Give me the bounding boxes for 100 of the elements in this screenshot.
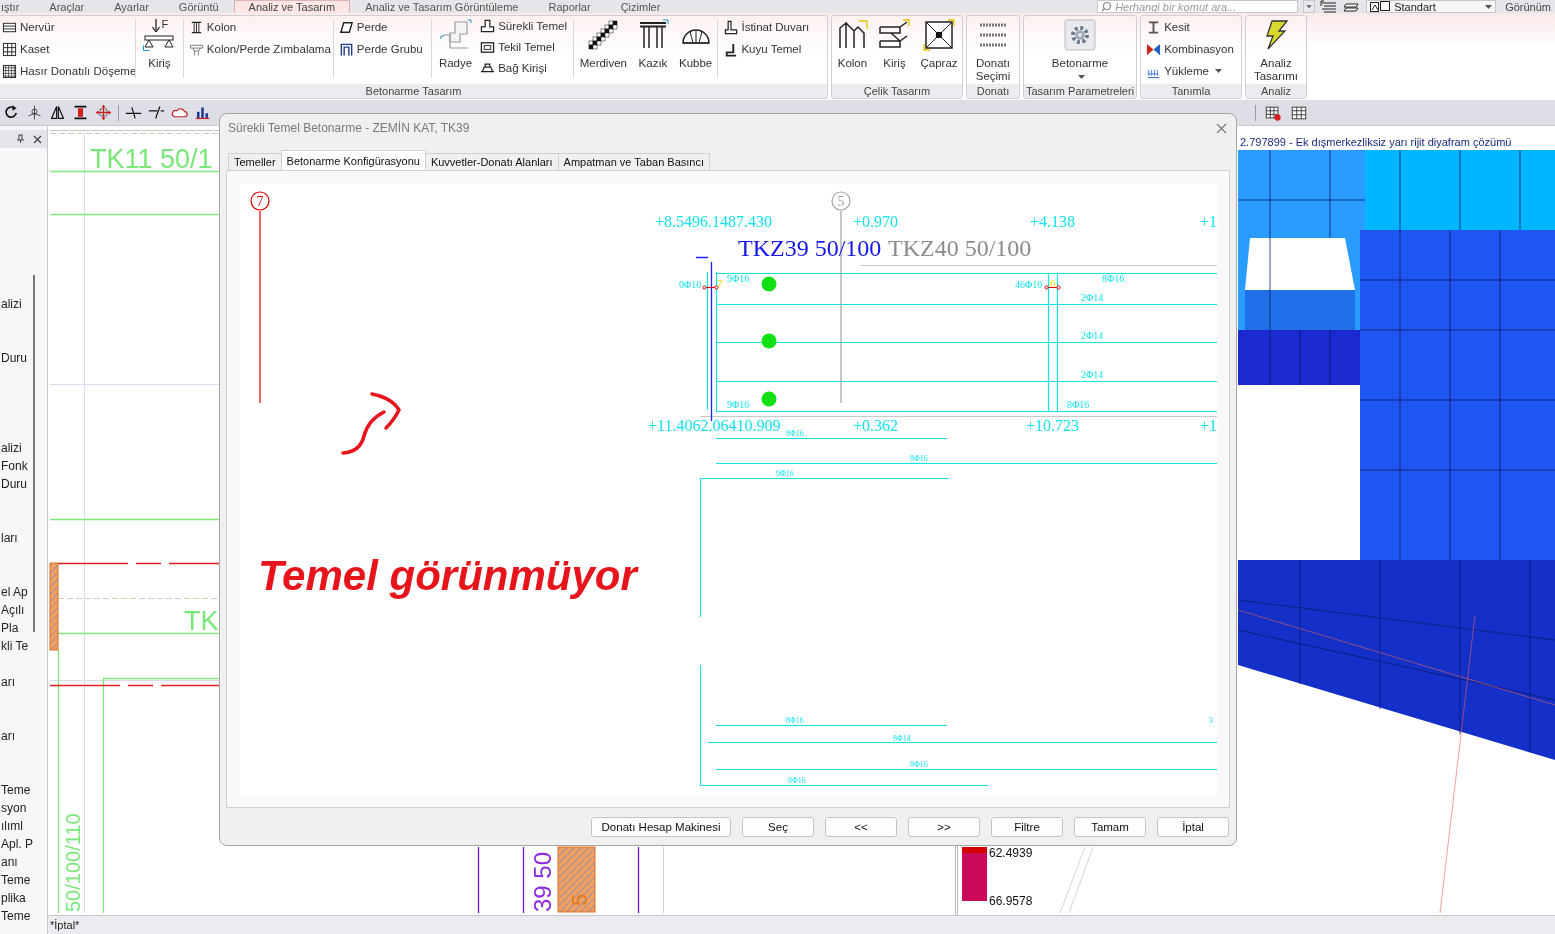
ribbon-button[interactable]: F Kiriş — [141, 16, 178, 78]
menu-tab[interactable]: Ayarlar — [99, 0, 164, 13]
elevation-label: +1 — [1200, 417, 1217, 434]
ribbon-button[interactable]: Kuyu Temel — [723, 38, 812, 60]
rebar-label: 8Φ16 — [1102, 273, 1125, 284]
ribbon-button[interactable]: İstinat Duvarı — [723, 16, 812, 38]
move-icon[interactable] — [95, 104, 112, 121]
ribbon-button[interactable]: Kazık — [634, 16, 671, 78]
tree-item[interactable]: Duru — [0, 475, 27, 493]
beam-supports-icon — [143, 35, 176, 51]
ribbon-button[interactable]: Hasır Donatılı Döşeme — [2, 60, 139, 82]
ribbon-button[interactable]: Kesit — [1146, 16, 1236, 38]
rotate-icon[interactable] — [3, 104, 20, 121]
ribbon-button[interactable]: Nervür — [2, 16, 139, 38]
column-section-icon[interactable] — [72, 104, 89, 121]
status-text: *İptal* — [50, 919, 80, 931]
tree-item[interactable]: Teme — [0, 907, 31, 925]
ribbon-button[interactable]: Merdiven — [577, 16, 629, 78]
menu-tab[interactable]: Araçlar — [34, 0, 100, 13]
group-label: Çelik Tasarım — [832, 84, 962, 98]
tree-item[interactable]: Pla — [0, 619, 19, 637]
ribbon-button[interactable]: Kiriş — [876, 16, 913, 84]
dialog-button[interactable]: Tamam — [1074, 817, 1146, 837]
ribbon-button[interactable]: Perde Grubu — [338, 38, 425, 60]
elevation-label: +8.5496.1487.430 — [655, 213, 773, 230]
tree-item[interactable]: el Ap — [0, 583, 28, 601]
search-field[interactable]: Herhangi bir komut ara... — [1097, 0, 1299, 13]
scrollbar[interactable] — [33, 275, 35, 632]
mirror-icon[interactable] — [49, 104, 66, 121]
dialog-tab[interactable]: Betonarme Konfigürasyonu — [280, 150, 426, 170]
tree-item[interactable]: kli Te — [0, 637, 29, 655]
line-slash-icon[interactable] — [148, 104, 165, 121]
menu-tab[interactable]: Analiz ve Tasarım — [233, 0, 351, 13]
ribbon-button[interactable]: Betonarme — [1047, 16, 1113, 84]
dialog-button[interactable]: Seç — [742, 817, 814, 837]
rebar-label: 2Φ14 — [1081, 369, 1104, 380]
node-icon[interactable] — [26, 104, 43, 121]
plan-label: TK11 50/1 — [90, 144, 213, 174]
caret-icon[interactable] — [1303, 0, 1316, 13]
menu-tab[interactable]: Analiz ve Tasarım Görüntüleme — [350, 0, 534, 13]
dialog-button[interactable]: Donatı Hesap Makinesi — [591, 817, 731, 837]
tree-item[interactable]: arı — [0, 727, 15, 745]
ribbon-button[interactable]: Çapraz — [918, 16, 960, 84]
menu-tab[interactable]: Görüntü — [163, 0, 234, 13]
dialog-button[interactable]: Filtre — [991, 817, 1063, 837]
menu-tab[interactable]: Çizimler — [605, 0, 676, 13]
tree-item[interactable]: alizi — [0, 439, 22, 457]
ribbon-button[interactable]: Bağ Kirişi — [480, 57, 569, 78]
tree-item[interactable]: Fonk — [0, 457, 28, 475]
ribbon-button[interactable]: Perde — [338, 16, 425, 38]
line-break-icon[interactable] — [125, 104, 142, 121]
tree-item[interactable]: arı — [0, 673, 15, 691]
rebar-label: 9Φ16 — [727, 273, 750, 284]
tree-item[interactable]: ları — [0, 529, 18, 547]
dialog-button[interactable]: << — [825, 817, 897, 837]
triangles-icon — [1146, 41, 1162, 57]
step-icon — [723, 41, 739, 57]
rebar-label: 8Φ16 — [1067, 399, 1090, 410]
dialog-button[interactable]: >> — [908, 817, 980, 837]
dialog-tab[interactable]: Ampatman ve Taban Basıncı — [557, 153, 710, 170]
handwritten-note: Temel görünmüyor — [258, 552, 637, 599]
dialog-tab[interactable]: Temeller — [228, 153, 282, 170]
tree-item[interactable]: alizi — [0, 295, 22, 313]
ribbon-button[interactable]: Sürekli Temel — [480, 16, 569, 37]
stack-icon[interactable] — [1343, 0, 1362, 13]
ribbon-button[interactable]: Kaset — [2, 38, 139, 60]
ribbon-button[interactable]: Kolon — [188, 16, 333, 38]
ribbon-button[interactable]: Kolon/Perde Zımbalama — [188, 38, 333, 60]
ribbon-button[interactable]: Kubbe — [676, 16, 715, 78]
tree-item[interactable]: Teme — [0, 871, 31, 889]
ribbon-button[interactable]: Donatı Seçimi — [972, 16, 1014, 84]
ribbon-button[interactable]: Kombinasyon — [1146, 38, 1236, 60]
tree-item[interactable]: Teme — [0, 781, 31, 799]
ribbon-button[interactable]: Analiz Tasarımı — [1251, 16, 1301, 84]
tree-item[interactable]: plika — [0, 889, 26, 907]
tree-item[interactable]: Apl. P — [0, 835, 33, 853]
rebar-label: 8Φ16 — [786, 716, 804, 725]
tree-item[interactable]: syon — [0, 799, 27, 817]
ribbon-button[interactable]: Kolon — [834, 16, 871, 84]
tree-item[interactable]: anı — [0, 853, 18, 871]
rebar-label: 3 — [1209, 716, 1213, 725]
group-label: Analiz — [1246, 84, 1306, 98]
ribbon-button[interactable]: Yükleme — [1146, 60, 1236, 82]
tree-item[interactable]: Duru — [0, 349, 27, 367]
style-combo[interactable]: Standart — [1366, 0, 1497, 13]
tree-item[interactable]: Açılı — [0, 601, 25, 619]
rebar-label: 9Φ16 — [727, 399, 750, 410]
menu-tab[interactable]: ıştır — [0, 0, 35, 13]
close-icon[interactable] — [33, 134, 42, 144]
tree-item[interactable]: ılıml — [0, 817, 23, 835]
model-caption: 2.797899 - Ek dışmerkezliksiz yarı rijit diyafram çözümü — [1240, 136, 1512, 148]
menu-tab[interactable]: Görünüm — [1501, 0, 1555, 13]
ribbon-button[interactable]: Tekil Temel — [480, 36, 569, 58]
menu-tab[interactable]: Raporlar — [533, 0, 606, 13]
dialog-button[interactable]: İptal — [1157, 817, 1229, 837]
bar-chart-icon[interactable] — [194, 104, 211, 121]
rebar-label: 2Φ14 — [1081, 330, 1104, 341]
close-icon[interactable] — [1216, 122, 1227, 134]
ribbon-button[interactable]: Radye — [436, 16, 475, 78]
pin-icon[interactable] — [16, 134, 25, 144]
